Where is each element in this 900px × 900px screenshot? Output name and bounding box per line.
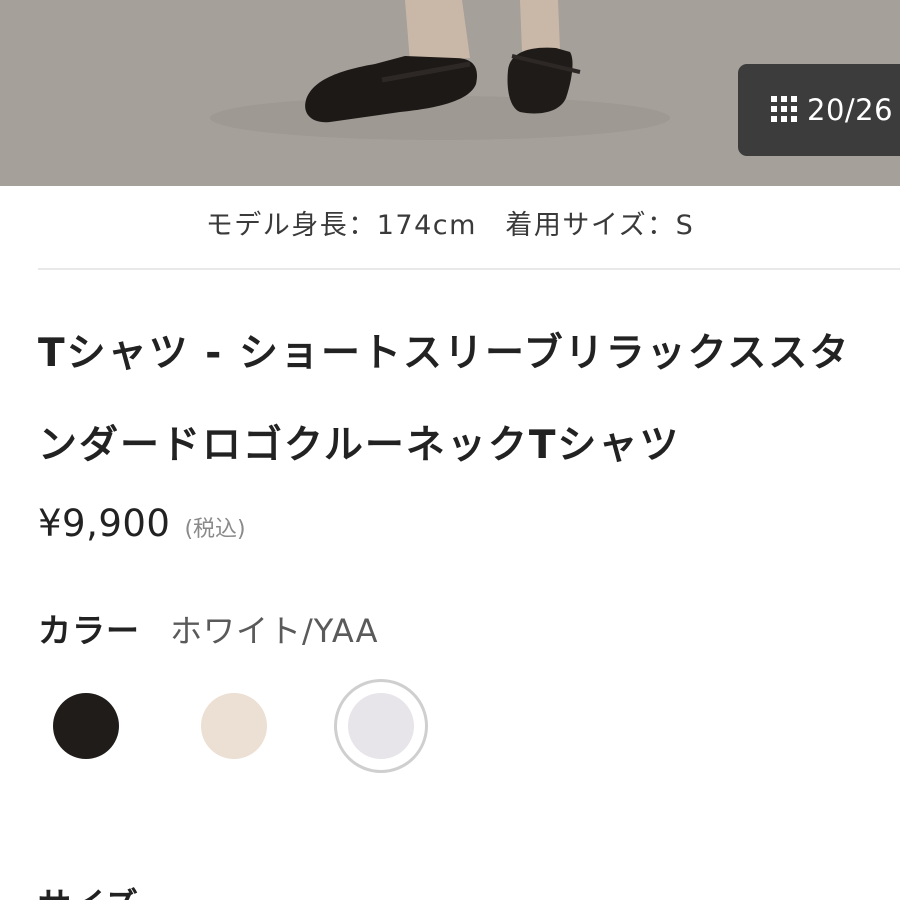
divider	[38, 268, 900, 270]
swatch-fill	[53, 693, 119, 759]
model-info-caption: モデル身長：174cm 着用サイズ：S	[205, 210, 695, 241]
grid-icon	[771, 96, 799, 124]
gallery-counter-text: 20/26	[807, 93, 894, 127]
color-swatch-white[interactable]	[334, 679, 428, 773]
price-value: ¥9,900	[38, 502, 171, 545]
swatch-fill	[201, 693, 267, 759]
selected-color-name: ホワイト/YAA	[170, 612, 379, 650]
swatch-fill	[348, 693, 414, 759]
color-row: カラー ホワイト/YAA	[38, 604, 379, 652]
product-title-line-2: ンダードロゴクルーネックTシャツ	[38, 423, 681, 468]
color-swatch-beige[interactable]	[201, 693, 267, 759]
product-photo[interactable]: 20/26	[0, 0, 900, 186]
color-swatch-black[interactable]	[53, 693, 119, 759]
tax-note: (税込)	[184, 517, 246, 542]
size-label: サイズ	[38, 878, 139, 900]
gallery-counter-button[interactable]: 20/26	[738, 64, 900, 156]
price-block: ¥9,900 (税込)	[38, 502, 246, 545]
product-page: 20/26 モデル身長：174cm 着用サイズ：S Tシャツ - ショートスリー…	[0, 0, 900, 900]
product-title-line-1: Tシャツ - ショートスリーブリラックススタ	[38, 331, 851, 376]
product-title: Tシャツ - ショートスリーブリラックススタ ンダードロゴクルーネックTシャツ	[38, 308, 900, 492]
color-label: カラー	[38, 611, 140, 650]
